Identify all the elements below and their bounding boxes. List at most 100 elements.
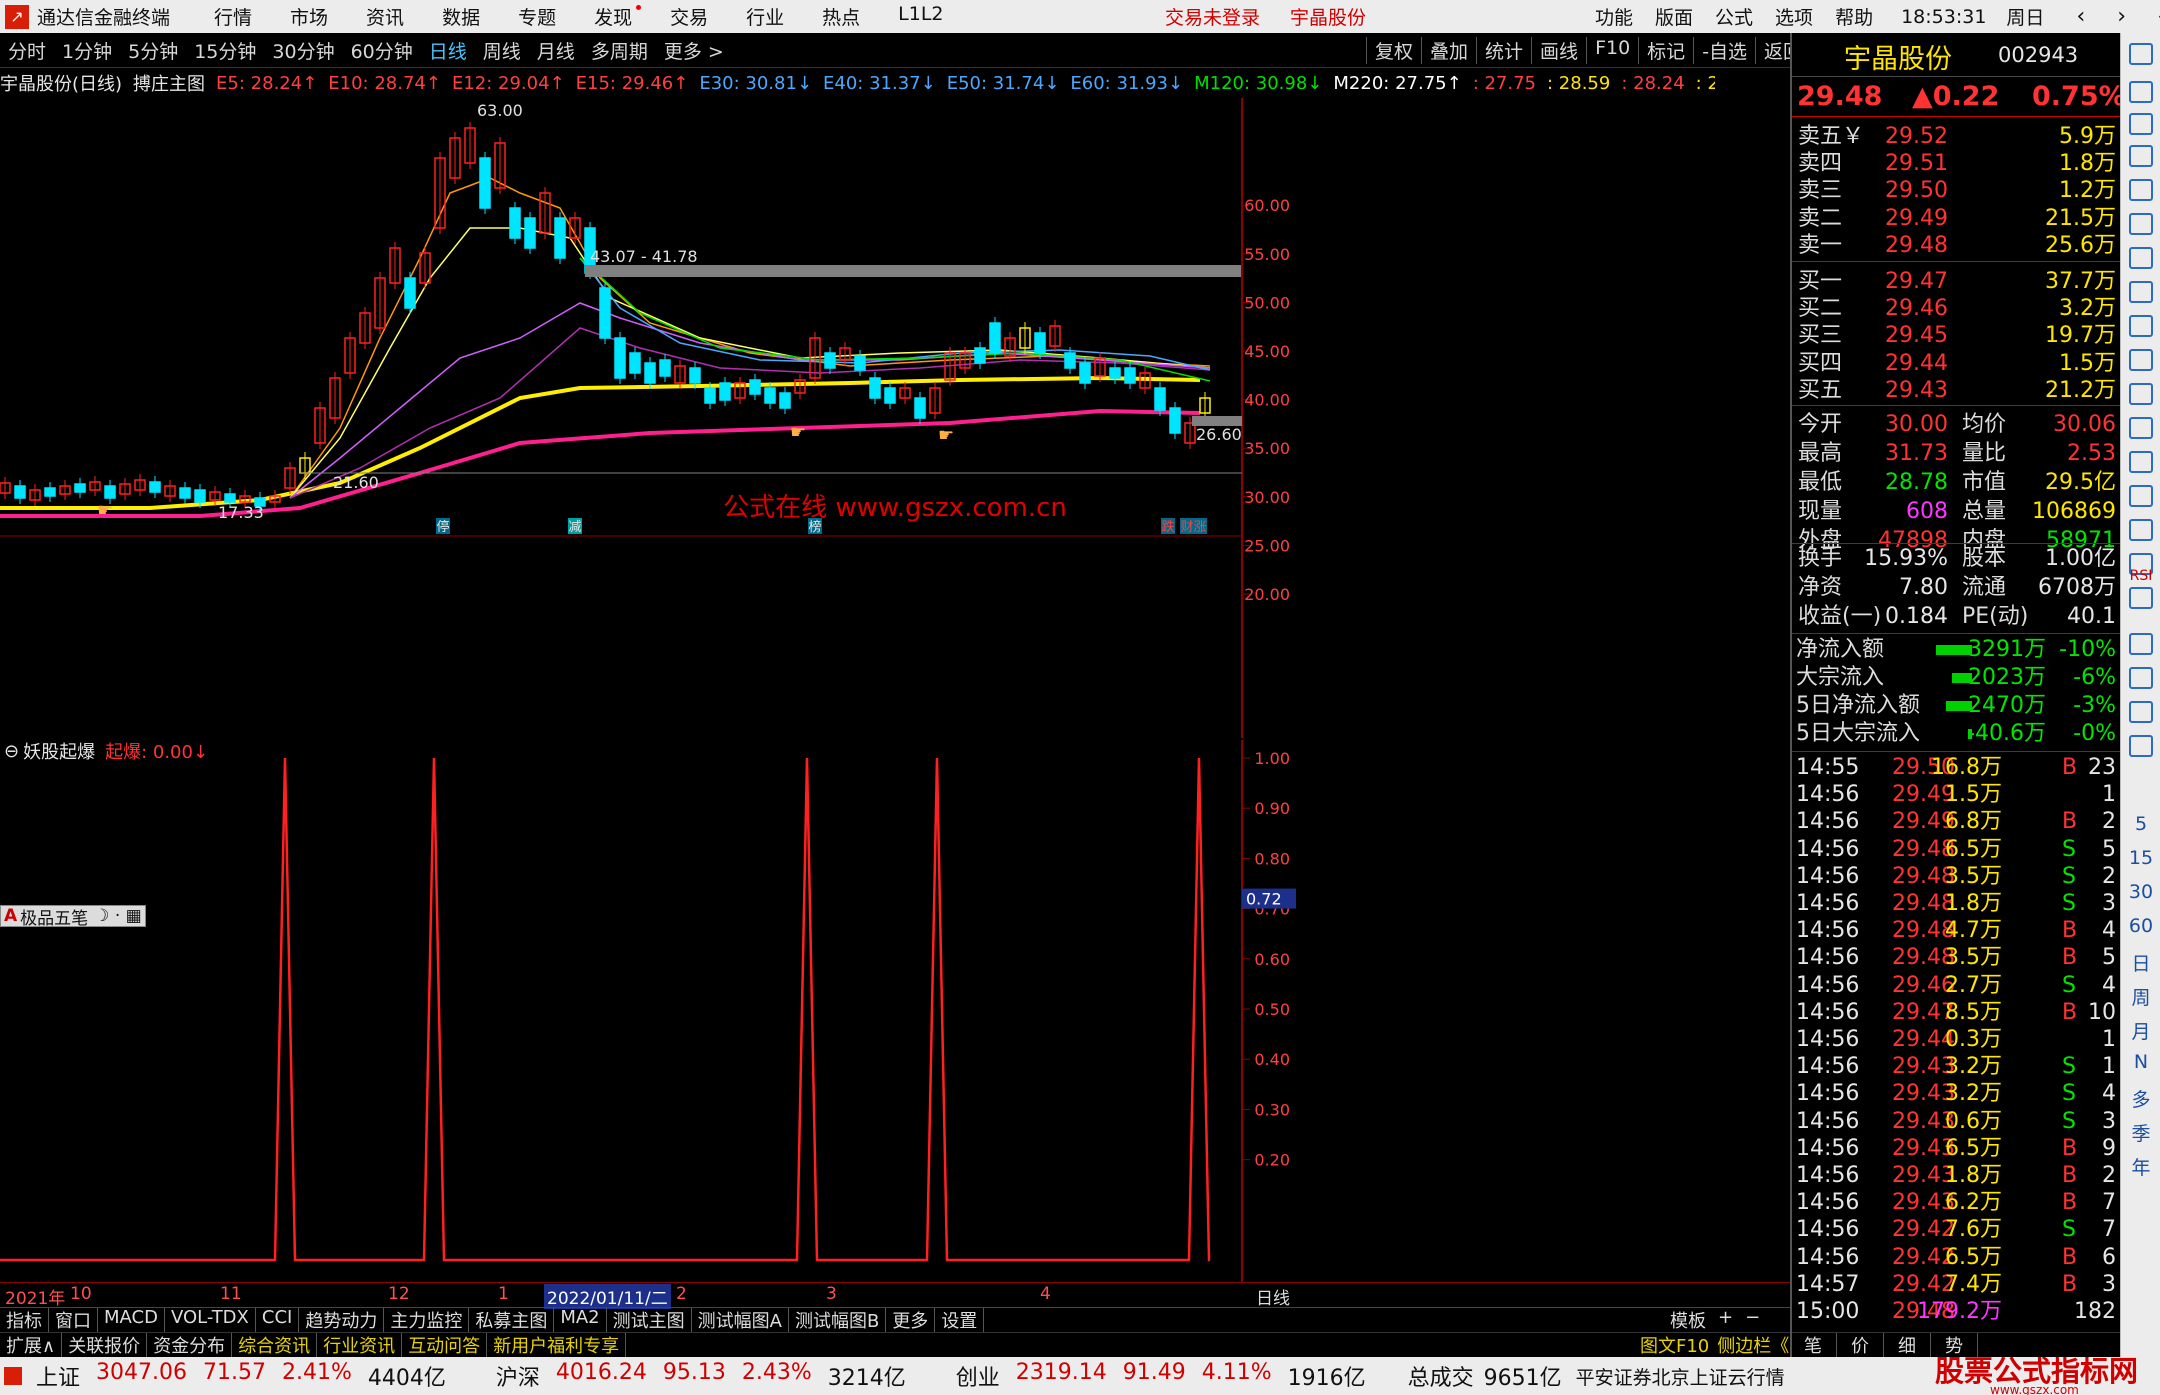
broker-info[interactable]: 平安证券北京上证云行情 <box>1576 1363 1785 1390</box>
event-marker[interactable]: 涨 <box>1193 520 1206 535</box>
menu-9[interactable]: L1L2 <box>898 3 943 30</box>
side-tool-icon[interactable] <box>2129 451 2153 473</box>
chart-tool-5[interactable]: 标记 <box>1638 36 1693 64</box>
period-tab-0[interactable]: 分时 <box>8 37 46 64</box>
period-tab-9[interactable]: 多周期 <box>591 37 648 64</box>
index-1[interactable]: 沪深 4016.24 95.13 2.43% 3214亿 <box>496 1360 922 1392</box>
rsi-icon[interactable]: RSI <box>2121 568 2160 584</box>
back-icon[interactable]: ‹ <box>2076 4 2085 29</box>
candlestick-chart[interactable]: 60.00 55.00 50.00 45.00 40.00 35.00 30.00 25.00… <box>0 98 1790 738</box>
login-status-link[interactable]: 交易未登录 <box>1165 3 1260 30</box>
period-shortcut[interactable]: N <box>2121 1051 2160 1073</box>
indicator-tab-1[interactable]: 窗口 <box>49 1308 98 1332</box>
period-shortcut[interactable]: 15 <box>2121 847 2160 869</box>
ext-tab-3[interactable]: 综合资讯 <box>232 1333 318 1357</box>
ext-tab-2[interactable]: 资金分布 <box>147 1333 233 1357</box>
account-stock-link[interactable]: 宇晶股份 <box>1290 3 1366 30</box>
ext-tab-1[interactable]: 关联报价 <box>62 1333 148 1357</box>
template-tab-2[interactable]: − <box>1739 1308 1766 1332</box>
period-shortcut[interactable]: 周 <box>2121 983 2160 1010</box>
main-template-name[interactable]: 搏庄主图 <box>133 70 205 96</box>
period-tab-5[interactable]: 60分钟 <box>351 37 413 64</box>
side-link-0[interactable]: 图文F10 <box>1636 1333 1713 1357</box>
side-tool-icon[interactable] <box>2129 383 2153 405</box>
ext-tab-6[interactable]: 新用户福利专享 <box>487 1333 627 1357</box>
indicator-tab-2[interactable]: MACD <box>98 1308 165 1332</box>
indicator-tab-13[interactable]: 设置 <box>935 1308 985 1332</box>
menu-3[interactable]: 数据 <box>442 3 480 30</box>
indicator-chart[interactable]: 1.000.900.800.700.600.500.400.300.200.72 <box>0 740 1790 1282</box>
period-shortcut[interactable]: 多 <box>2121 1085 2160 1112</box>
forward-icon[interactable]: › <box>2117 4 2126 29</box>
right-menu-0[interactable]: 功能 <box>1595 3 1633 30</box>
event-marker[interactable]: 减 <box>568 520 581 535</box>
menu-6[interactable]: 交易 <box>670 3 708 30</box>
side-tool-icon[interactable] <box>2129 485 2153 507</box>
index-2[interactable]: 创业 2319.14 91.49 4.11% 1916亿 <box>956 1360 1382 1392</box>
stock-name[interactable]: 宇晶股份 <box>1844 37 1952 76</box>
period-tab-1[interactable]: 1分钟 <box>62 37 112 64</box>
indicator-tab-12[interactable]: 更多 <box>886 1308 936 1332</box>
menu-7[interactable]: 行业 <box>746 3 784 30</box>
template-tab-1[interactable]: + <box>1712 1308 1739 1332</box>
chart-tool-1[interactable]: 叠加 <box>1421 36 1476 64</box>
period-tab-2[interactable]: 5分钟 <box>128 37 178 64</box>
side-tool-icon[interactable] <box>2129 667 2153 689</box>
side-tool-icon[interactable] <box>2129 417 2153 439</box>
menu-0[interactable]: 行情 <box>214 3 252 30</box>
chart-tool-6[interactable]: -自选 <box>1693 36 1755 64</box>
indicator-tab-9[interactable]: 测试主图 <box>607 1308 692 1332</box>
side-tool-icon[interactable] <box>2129 281 2153 303</box>
index-0[interactable]: 上证 3047.06 71.57 2.41% 4404亿 <box>36 1360 462 1392</box>
chart-tool-4[interactable]: F10 <box>1586 36 1638 64</box>
side-tool-icon[interactable] <box>2129 179 2153 201</box>
event-marker[interactable]: 榜 <box>808 519 821 535</box>
period-tab-6[interactable]: 日线 <box>429 37 467 64</box>
side-tool-icon[interactable] <box>2129 81 2153 103</box>
side-tool-icon[interactable] <box>2129 587 2153 609</box>
side-tool-icon[interactable] <box>2129 735 2153 757</box>
period-shortcut[interactable]: 年 <box>2121 1153 2160 1180</box>
indicator-tab-0[interactable]: 指标 <box>0 1308 49 1332</box>
right-menu-2[interactable]: 公式 <box>1715 3 1753 30</box>
side-tool-icon[interactable] <box>2129 315 2153 337</box>
side-tool-icon[interactable] <box>2129 145 2153 167</box>
indicator-tab-10[interactable]: 测试幅图A <box>692 1308 789 1332</box>
side-tool-icon[interactable] <box>2129 43 2153 65</box>
right-menu-3[interactable]: 选项 <box>1775 3 1813 30</box>
period-shortcut[interactable]: 60 <box>2121 915 2160 937</box>
indicator-tab-8[interactable]: MA2 <box>554 1308 607 1332</box>
side-tool-icon[interactable] <box>2129 633 2153 655</box>
indicator-tab-11[interactable]: 测试幅图B <box>789 1308 887 1332</box>
period-shortcut[interactable]: 月 <box>2121 1017 2160 1044</box>
period-shortcut[interactable]: 5 <box>2121 813 2160 835</box>
period-tab-7[interactable]: 周线 <box>483 37 521 64</box>
event-marker[interactable]: 跌 <box>1161 519 1174 535</box>
period-shortcut[interactable]: 日 <box>2121 949 2160 976</box>
event-marker[interactable]: 停 <box>436 519 449 535</box>
side-tool-icon[interactable] <box>2129 213 2153 235</box>
menu-1[interactable]: 市场 <box>290 3 328 30</box>
indicator-tab-7[interactable]: 私募主图 <box>469 1308 555 1332</box>
ext-tab-5[interactable]: 互动问答 <box>402 1333 488 1357</box>
chart-tool-0[interactable]: 复权 <box>1366 36 1421 64</box>
menu-4[interactable]: 专题 <box>518 3 556 30</box>
ext-tab-4[interactable]: 行业资讯 <box>317 1333 403 1357</box>
side-tool-icon[interactable] <box>2129 519 2153 541</box>
chart-tool-3[interactable]: 画线 <box>1531 36 1586 64</box>
period-shortcut[interactable]: 季 <box>2121 1119 2160 1146</box>
side-tool-icon[interactable] <box>2129 247 2153 269</box>
ext-tab-0[interactable]: 扩展∧ <box>0 1333 63 1357</box>
chart-tool-7[interactable]: 返回 <box>1755 36 1790 64</box>
period-tab-4[interactable]: 30分钟 <box>272 37 334 64</box>
side-tool-icon[interactable] <box>2129 701 2153 723</box>
right-menu-1[interactable]: 版面 <box>1655 3 1693 30</box>
side-tool-icon[interactable] <box>2129 113 2153 135</box>
menu-2[interactable]: 资讯 <box>366 3 404 30</box>
indicator-tab-5[interactable]: 趋势动力 <box>299 1308 385 1332</box>
indicator-tab-3[interactable]: VOL-TDX <box>165 1308 256 1332</box>
side-link-1[interactable]: 侧边栏《 <box>1713 1333 1793 1357</box>
menu-5[interactable]: 发现 <box>594 3 642 30</box>
right-menu-4[interactable]: 帮助 <box>1835 3 1873 30</box>
period-tab-10[interactable]: 更多 > <box>664 37 724 64</box>
